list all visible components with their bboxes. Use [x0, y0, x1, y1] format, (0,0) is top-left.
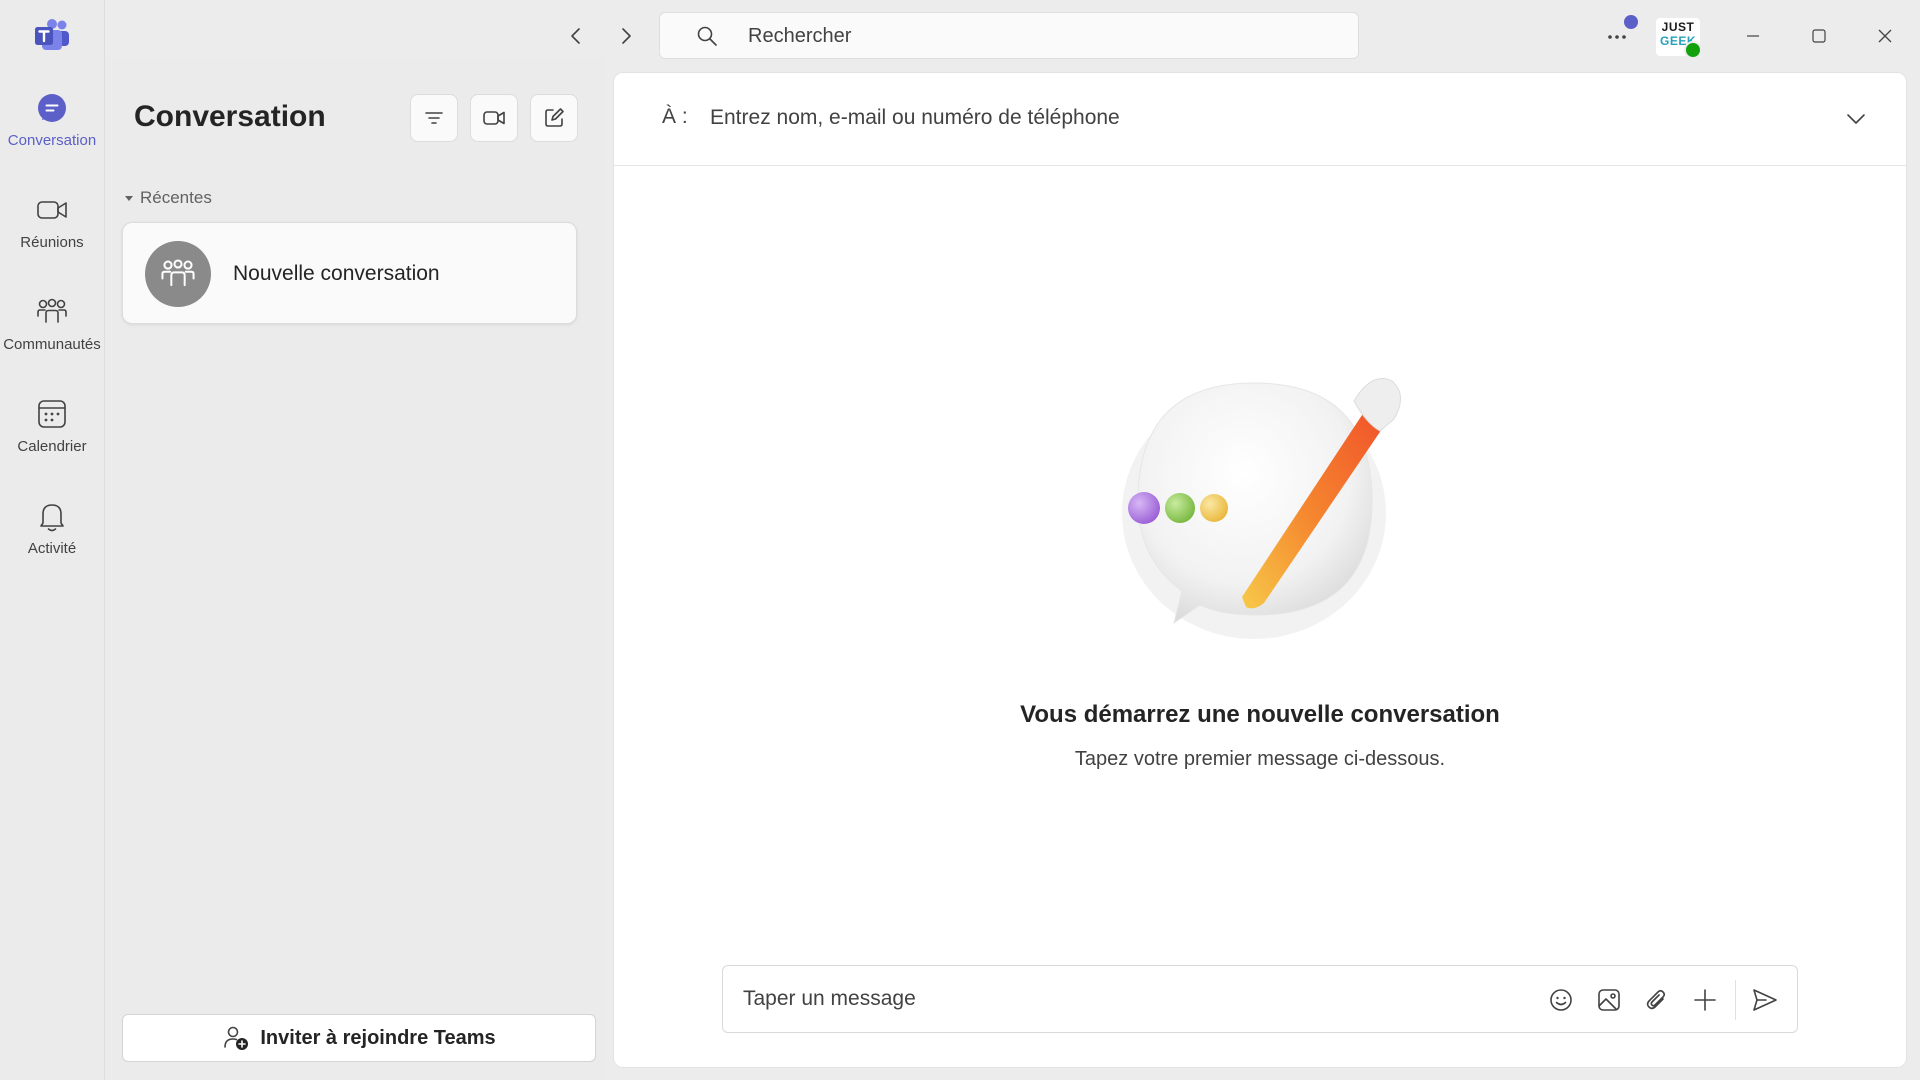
minimize-button[interactable] — [1731, 16, 1775, 56]
chat-icon — [34, 90, 70, 126]
image-icon — [1598, 989, 1620, 1011]
back-button[interactable] — [560, 20, 592, 52]
group-icon — [145, 241, 211, 307]
filter-icon — [425, 112, 443, 124]
video-camera-icon — [34, 192, 70, 228]
send-button[interactable] — [1749, 984, 1781, 1016]
minimize-icon — [1747, 35, 1759, 37]
presence-available-icon — [1684, 41, 1702, 59]
section-label: Récentes — [140, 188, 212, 207]
page-title: Conversation — [134, 100, 326, 133]
maximize-icon — [1812, 29, 1826, 43]
image-button[interactable] — [1593, 984, 1625, 1016]
message-composer — [722, 965, 1798, 1033]
avatar-text: JUST — [1661, 20, 1695, 34]
calendar-icon — [34, 396, 70, 432]
attach-button[interactable] — [1641, 984, 1673, 1016]
people-community-icon — [34, 294, 70, 330]
divider — [1735, 980, 1736, 1020]
new-conversation-panel: À : Entrez nom, e-mail ou numéro de télé… — [613, 72, 1907, 1068]
paperclip-icon — [1646, 989, 1666, 1010]
rail-item-communautes[interactable]: Communautés — [0, 294, 104, 380]
send-icon — [1753, 989, 1777, 1011]
conversation-list-pane: Conversation Récentes Nouvelle conversat… — [105, 58, 605, 1080]
person-add-icon — [224, 1026, 249, 1050]
maximize-button[interactable] — [1797, 16, 1841, 56]
bell-icon — [34, 498, 70, 534]
rail-label: Conversation — [7, 132, 97, 149]
expand-recipients-button[interactable] — [1840, 103, 1872, 135]
chevron-down-icon — [1847, 114, 1865, 124]
conversation-name: Nouvelle conversation — [233, 262, 440, 285]
notification-dot — [1624, 15, 1638, 29]
teams-logo-icon[interactable] — [33, 18, 71, 52]
meet-now-button[interactable] — [470, 94, 518, 142]
list-item[interactable]: Nouvelle conversation — [122, 222, 577, 324]
rail-item-calendrier[interactable]: Calendrier — [0, 396, 104, 482]
plus-icon — [1694, 989, 1716, 1011]
emoji-button[interactable] — [1545, 984, 1577, 1016]
more-actions-button[interactable] — [1689, 984, 1721, 1016]
rail-item-reunions[interactable]: Réunions — [0, 192, 104, 278]
empty-state-title: Vous démarrez une nouvelle conversation — [1020, 701, 1500, 728]
compose-icon — [545, 108, 564, 127]
chevron-right-icon — [622, 28, 631, 44]
app-rail: Conversation Réunions Communautés Calend… — [0, 0, 105, 1080]
filter-button[interactable] — [410, 94, 458, 142]
recipient-input[interactable] — [710, 97, 1750, 139]
rail-label: Activité — [27, 540, 77, 557]
close-icon — [1878, 29, 1892, 43]
rail-label: Réunions — [20, 234, 84, 251]
new-chat-illustration — [1104, 353, 1424, 653]
recipient-row: À : — [614, 73, 1906, 166]
rail-label: Communautés — [3, 336, 101, 353]
video-camera-icon — [483, 111, 505, 125]
rail-label: Calendrier — [17, 438, 87, 455]
empty-state-subtitle: Tapez votre premier message ci-dessous. — [1074, 748, 1446, 770]
close-window-button[interactable] — [1863, 16, 1907, 56]
rail-item-activite[interactable]: Activité — [0, 498, 104, 584]
search-box[interactable]: Rechercher — [659, 12, 1359, 59]
search-icon — [697, 26, 717, 46]
forward-button[interactable] — [610, 20, 642, 52]
chevron-left-icon — [571, 28, 580, 44]
rail-item-conversation[interactable]: Conversation — [0, 90, 104, 176]
message-input[interactable] — [743, 980, 1523, 1018]
search-placeholder: Rechercher — [748, 25, 852, 47]
to-label: À : — [662, 105, 688, 128]
caret-down-icon — [125, 196, 133, 201]
emoji-icon — [1550, 989, 1572, 1011]
new-chat-button[interactable] — [530, 94, 578, 142]
invite-label: Inviter à rejoindre Teams — [260, 1026, 496, 1049]
section-header-recentes[interactable]: Récentes — [124, 188, 212, 208]
invite-to-teams-button[interactable]: Inviter à rejoindre Teams — [122, 1014, 596, 1062]
